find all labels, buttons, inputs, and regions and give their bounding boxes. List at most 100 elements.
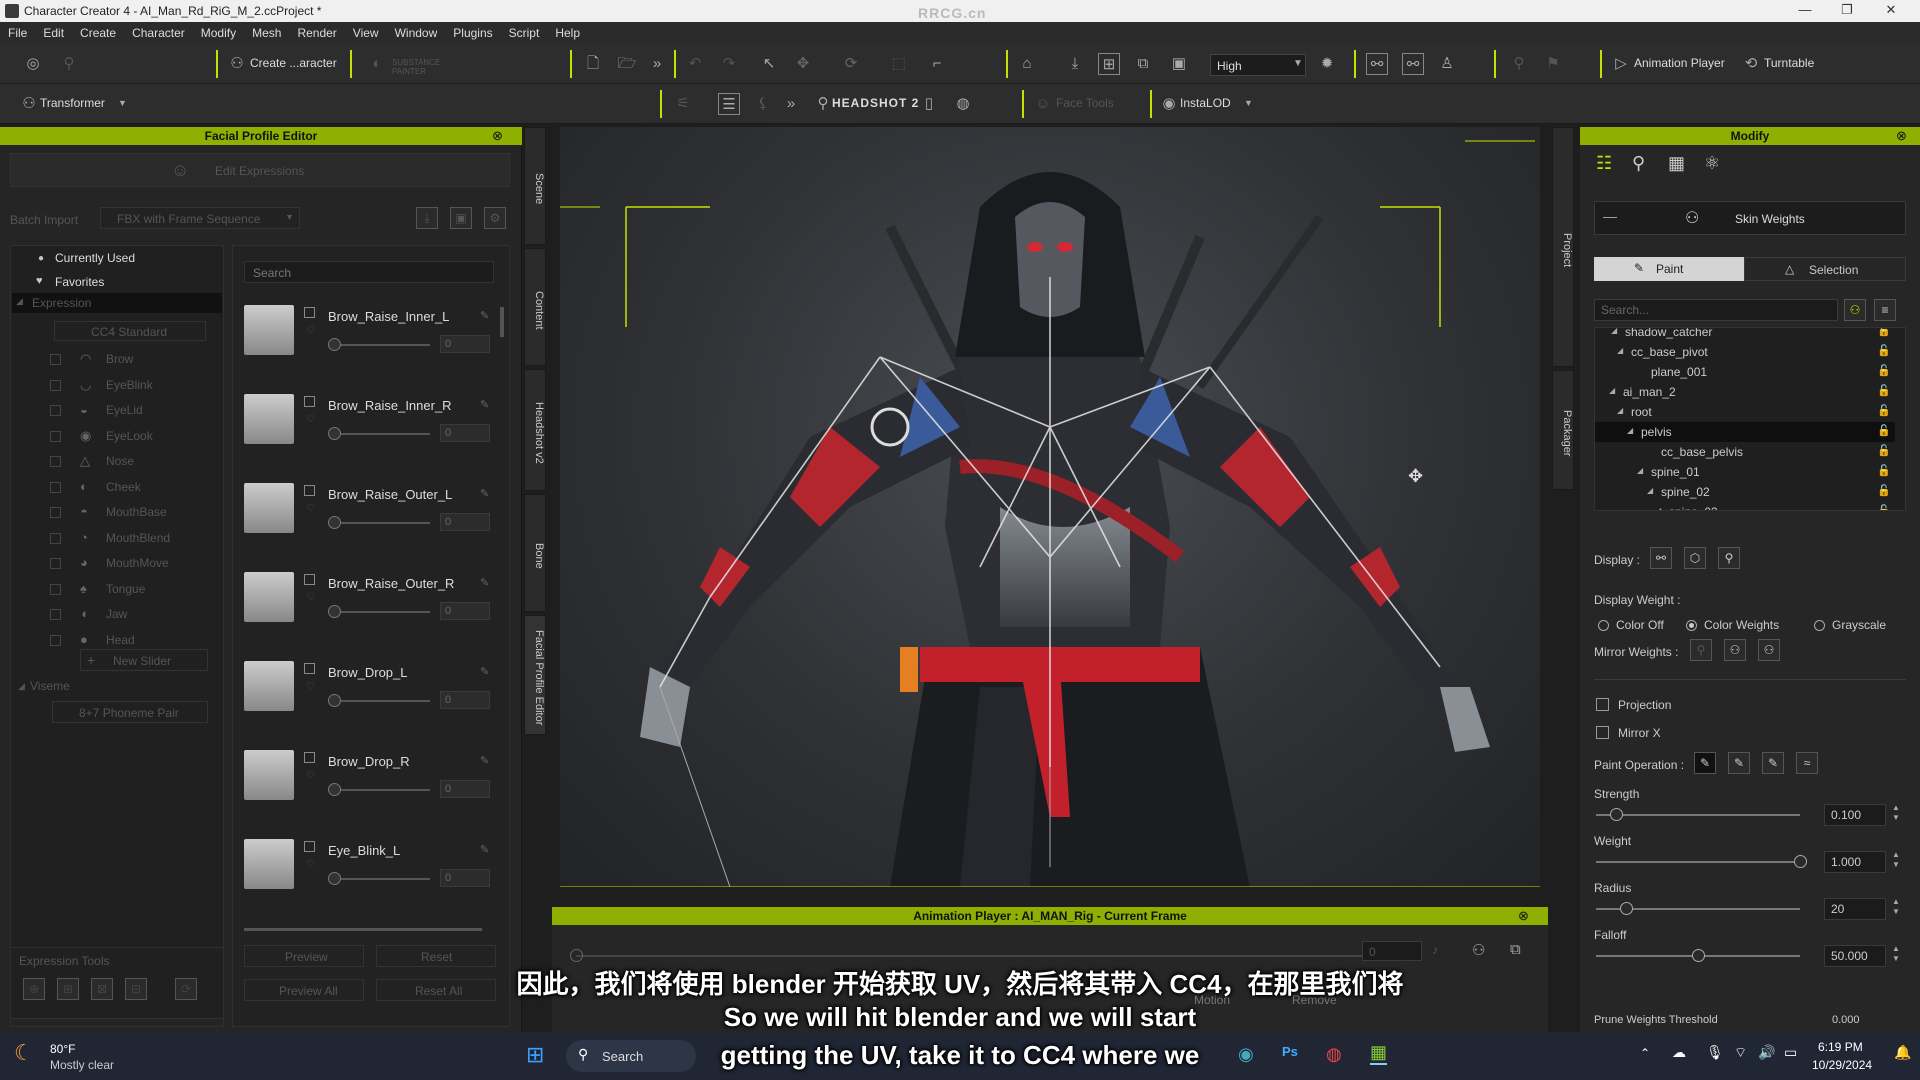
minimize-icon[interactable]: — [1790, 2, 1820, 17]
expression-knob[interactable] [328, 605, 341, 618]
selection-tab[interactable]: △ Selection [1744, 257, 1906, 281]
category-checkbox[interactable] [50, 507, 61, 518]
tab-bone[interactable]: Bone [524, 494, 546, 612]
expression-knob[interactable] [328, 872, 341, 885]
globe-icon[interactable]: ◍ [952, 93, 974, 115]
strength-knob[interactable] [1610, 808, 1624, 821]
timeline-track[interactable] [576, 955, 1366, 957]
collapse-icon[interactable]: ◢ [1617, 346, 1623, 355]
weight-knob[interactable] [1794, 855, 1807, 868]
fit-icon[interactable]: ⤓ [1064, 53, 1086, 75]
sliders-icon[interactable]: ☰ [718, 93, 740, 115]
paint-replace-icon[interactable]: ✎ [1762, 752, 1784, 774]
close-icon[interactable]: ⊗ [1896, 128, 1907, 144]
expression-row[interactable]: ♡ Brow_Drop_R ✎ 0 [244, 742, 506, 828]
menu-file[interactable]: File [0, 22, 35, 44]
frame-input[interactable]: 0 [1362, 941, 1422, 961]
paint-add-icon[interactable]: ✎ [1694, 752, 1716, 774]
lock-icon[interactable]: 🔓 [1877, 504, 1891, 510]
mesh-icon[interactable]: ⚟ [672, 93, 694, 115]
radius-knob[interactable] [1620, 902, 1633, 915]
expression-checkbox[interactable] [304, 752, 315, 763]
lock-icon[interactable]: 🔓 [1877, 384, 1891, 397]
expression-value[interactable]: 0 [440, 335, 490, 353]
expression-checkbox[interactable] [304, 396, 315, 407]
menu-create[interactable]: Create [72, 22, 124, 44]
lock-icon[interactable]: 🔓 [1877, 364, 1891, 377]
expression-search[interactable]: Search [244, 261, 494, 283]
tab-scene[interactable]: Scene [524, 127, 546, 245]
transformer-button[interactable]: Transformer [40, 96, 105, 110]
morph-icon[interactable]: ⚸ [752, 93, 774, 115]
category-checkbox[interactable] [50, 405, 61, 416]
expression-row[interactable]: ♡ Brow_Raise_Inner_R ✎ 0 [244, 386, 506, 472]
mirror-left-icon[interactable]: ⚲ [1690, 639, 1712, 661]
menu-script[interactable]: Script [501, 22, 548, 44]
category-item[interactable]: MouthMove [106, 556, 169, 570]
viseme-group[interactable]: Viseme [30, 679, 70, 693]
expression-slider[interactable] [334, 789, 430, 791]
phone-icon[interactable]: ▯ [918, 93, 940, 115]
collapse-icon[interactable]: ◢ [1637, 466, 1643, 475]
layers-icon[interactable]: ≡ [1874, 299, 1896, 321]
expression-value[interactable]: 0 [440, 869, 490, 887]
category-checkbox[interactable] [50, 634, 61, 646]
window-icon[interactable]: ⧉ [1510, 941, 1521, 958]
lock-icon[interactable]: 🔓 [1877, 328, 1891, 337]
strength-slider[interactable] [1596, 814, 1800, 816]
lock-icon[interactable]: 🔓 [1877, 404, 1891, 417]
menu-render[interactable]: Render [289, 22, 344, 44]
expression-knob[interactable] [328, 783, 341, 796]
category-item[interactable]: MouthBlend [106, 531, 170, 545]
category-checkbox[interactable] [50, 532, 61, 544]
3d-viewport[interactable]: ✥ [560, 127, 1540, 887]
frame-icon[interactable]: ⊞ [1098, 53, 1120, 75]
tree-row[interactable]: ◢ cc_base_pivot 🔓 [1595, 342, 1895, 362]
edit-icon[interactable]: ✎ [480, 665, 489, 678]
align-icon[interactable]: ⌐ [926, 53, 948, 75]
expression-row[interactable]: ♡ Eye_Blink_L ✎ 0 [244, 831, 506, 917]
expression-slider[interactable] [334, 433, 430, 435]
edit-expressions-button[interactable]: ☺ Edit Expressions [10, 153, 510, 187]
projection-checkbox[interactable] [1596, 698, 1609, 711]
bone-search-input[interactable]: Search... [1594, 299, 1838, 321]
phoneme-pair-button[interactable]: 8+7 Phoneme Pair [52, 701, 208, 723]
heart-icon[interactable]: ♡ [306, 503, 315, 514]
bone-view-icon[interactable]: ⚯ [1366, 53, 1388, 75]
expression-value[interactable]: 0 [440, 424, 490, 442]
heart-icon[interactable]: ♡ [306, 592, 315, 603]
mirror-x-checkbox[interactable] [1596, 726, 1609, 739]
menu-modify[interactable]: Modify [193, 22, 244, 44]
expression-slider[interactable] [334, 344, 430, 346]
lock-icon[interactable]: 🔓 [1877, 464, 1891, 477]
expression-knob[interactable] [328, 338, 341, 351]
spinner-icon[interactable]: ▲ ▼ [1892, 944, 1900, 964]
quality-select[interactable]: High ▼ [1210, 54, 1306, 76]
lock-icon[interactable]: 🔓 [1877, 344, 1891, 357]
tree-row[interactable]: ◢ spine_02 🔓 [1595, 482, 1895, 502]
horizontal-scrollbar[interactable] [244, 928, 482, 931]
category-item[interactable]: Brow [106, 352, 133, 366]
category-item[interactable]: EyeLid [106, 403, 143, 417]
modify-sliders-icon[interactable]: ☷ [1596, 153, 1612, 174]
display-box-icon[interactable]: ⬡ [1684, 547, 1706, 569]
maximize-icon[interactable]: ❐ [1832, 2, 1862, 18]
create-character-button[interactable]: Create ...aracter [250, 56, 337, 70]
undo-icon[interactable]: ↶ [684, 53, 706, 75]
expression-value[interactable]: 0 [440, 513, 490, 531]
scale-icon[interactable]: ⬚ [888, 53, 910, 75]
tree-row[interactable]: ◢ spine_03 🔓 [1595, 502, 1895, 510]
paint-smooth-icon[interactable]: ≈ [1796, 752, 1818, 774]
expression-slider[interactable] [334, 522, 430, 524]
edit-icon[interactable]: ✎ [480, 398, 489, 411]
close-icon[interactable]: ⊗ [492, 128, 503, 144]
grayscale-radio[interactable] [1814, 620, 1825, 631]
heart-icon[interactable]: ♡ [306, 770, 315, 781]
menu-view[interactable]: View [345, 22, 387, 44]
redo-icon[interactable]: ↷ [718, 53, 740, 75]
tree-row[interactable]: ◢ spine_01 🔓 [1595, 462, 1895, 482]
atom-icon[interactable]: ⚛ [1704, 153, 1720, 174]
edit-icon[interactable]: ✎ [480, 487, 489, 500]
expression-knob[interactable] [328, 516, 341, 529]
expression-row[interactable]: ♡ Brow_Raise_Outer_R ✎ 0 [244, 564, 506, 650]
